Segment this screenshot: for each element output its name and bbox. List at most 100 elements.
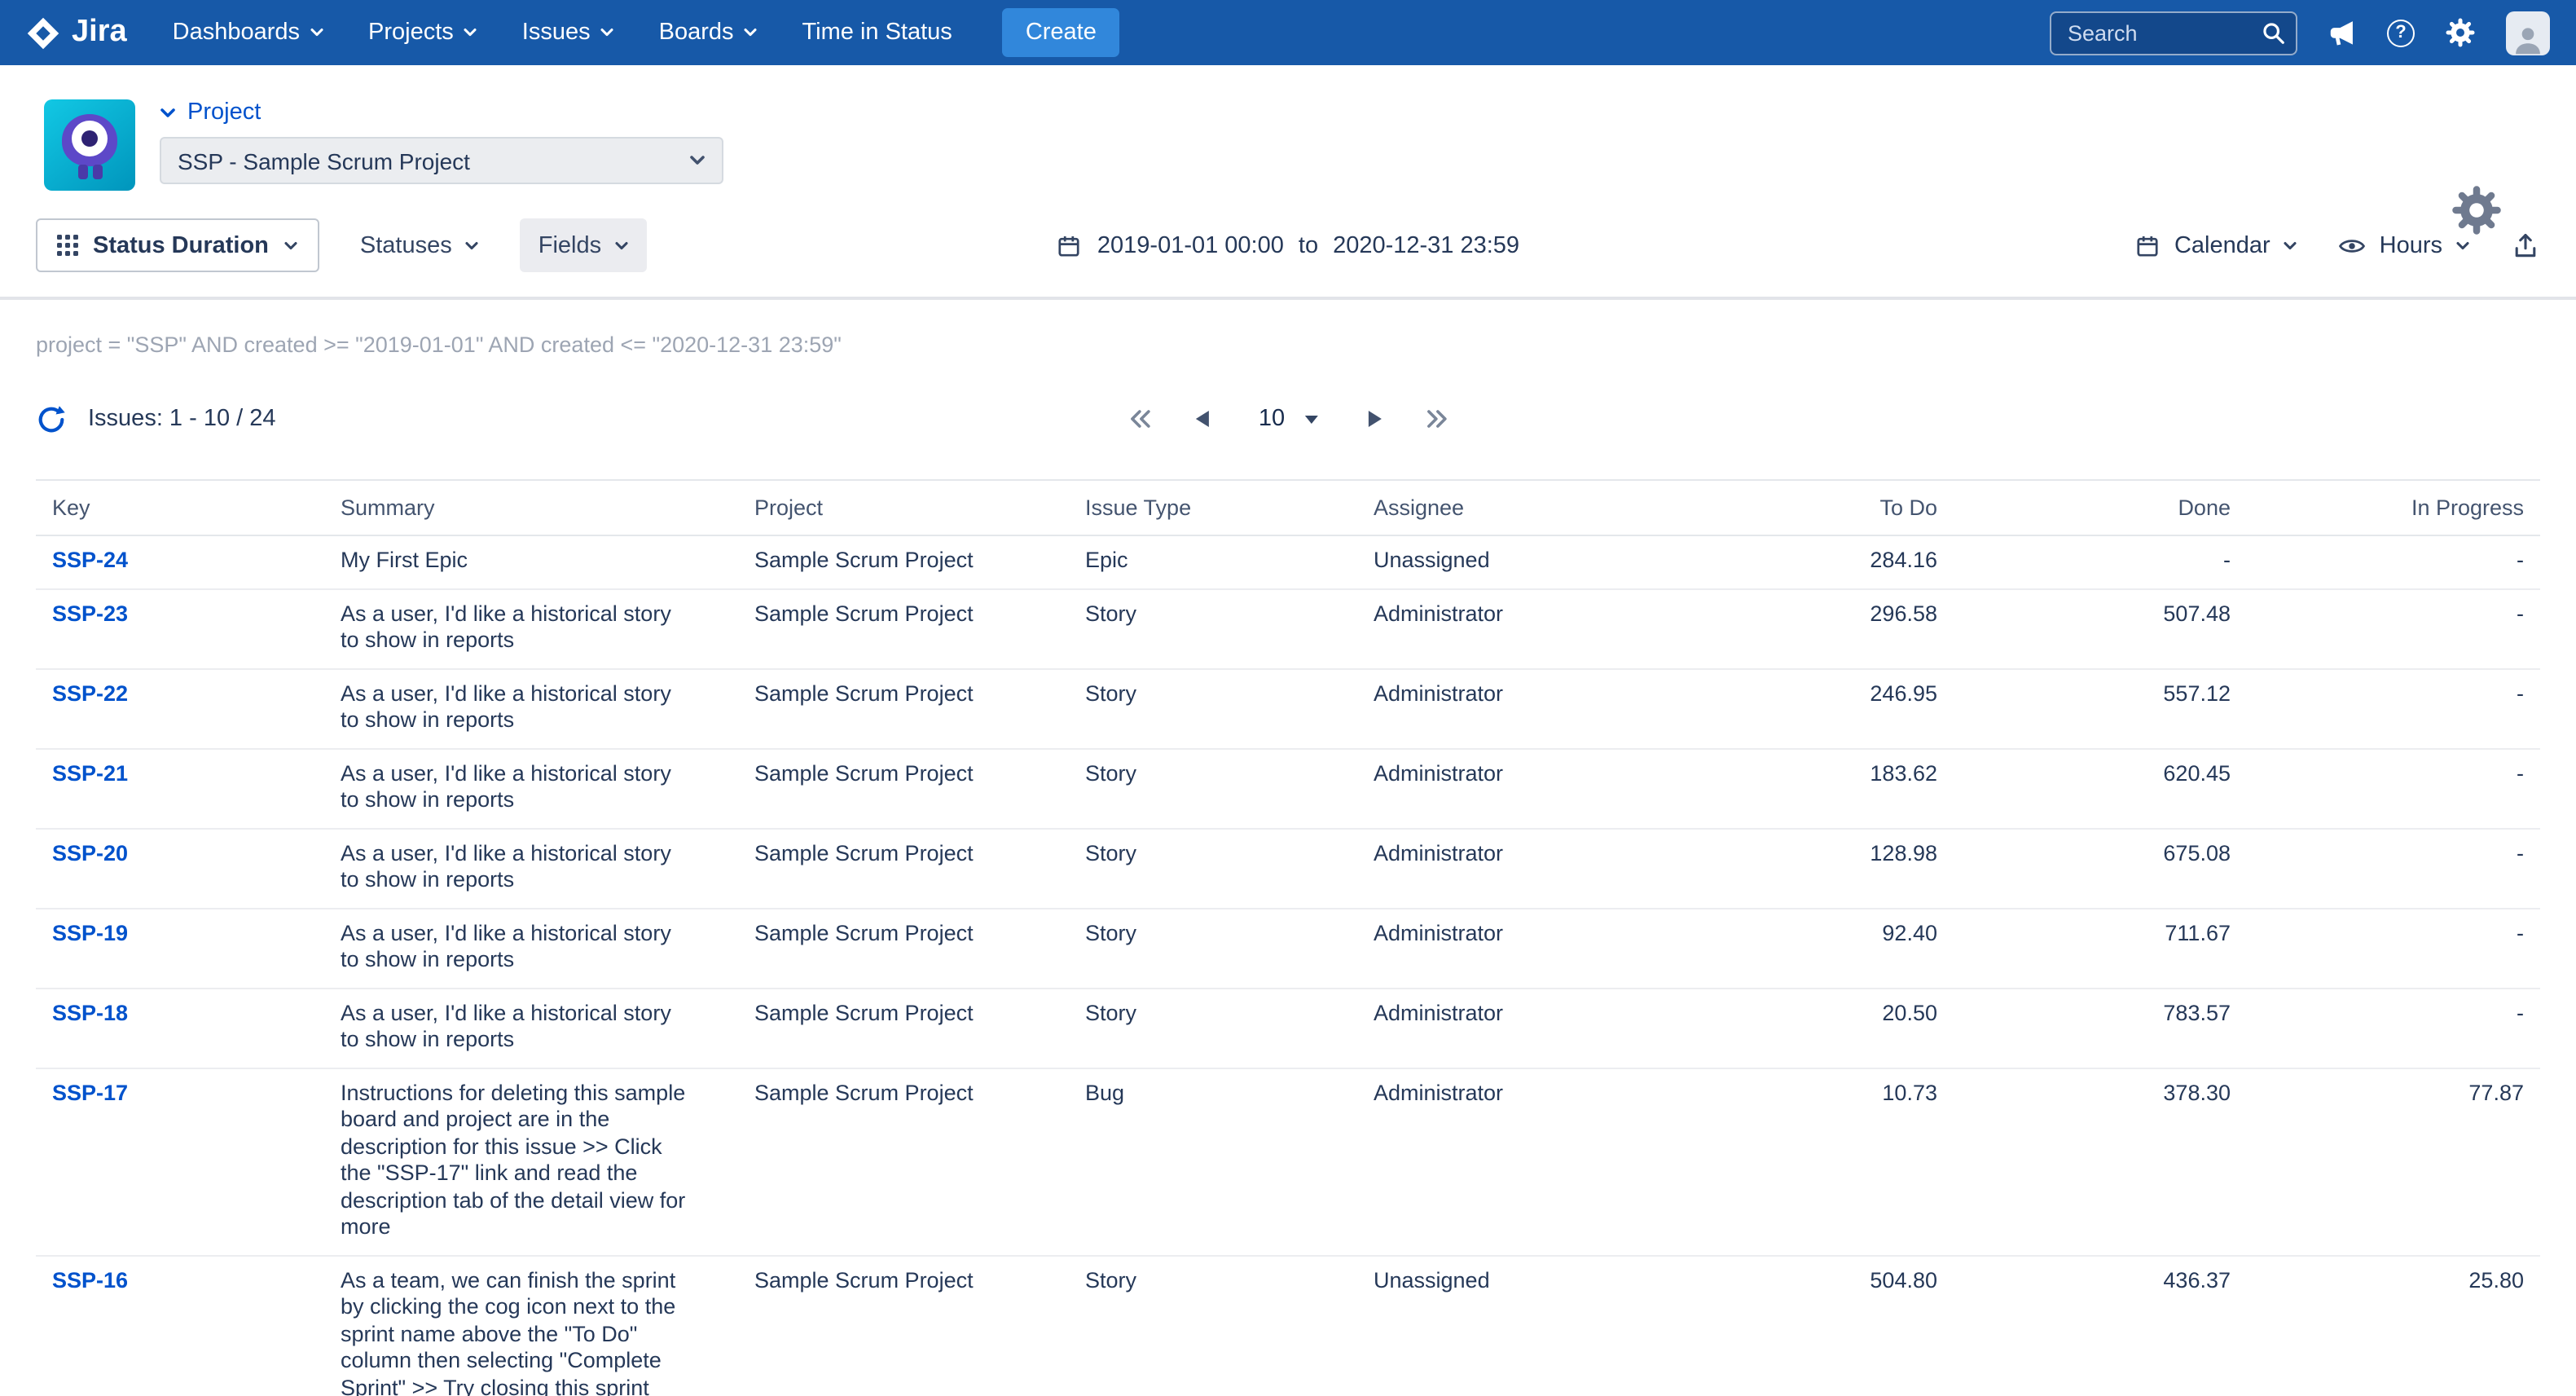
table-row: SSP-23As a user, I'd like a historical s… xyxy=(36,588,2540,668)
feedback-button[interactable] xyxy=(2327,17,2358,48)
column-header-key: Key xyxy=(36,480,324,535)
issue-summary: As a user, I'd like a historical story t… xyxy=(324,828,738,908)
issues-table-body: SSP-24My First EpicSample Scrum ProjectE… xyxy=(36,535,2540,1396)
chevron-down-icon xyxy=(465,240,480,250)
gear-icon xyxy=(2444,16,2477,49)
prev-page-button[interactable] xyxy=(1190,406,1213,432)
issue-key-link[interactable]: SSP-17 xyxy=(52,1080,128,1104)
issue-done: 675.08 xyxy=(1954,828,2247,908)
issue-to-do: 504.80 xyxy=(1660,1255,1954,1396)
issue-key-link[interactable]: SSP-22 xyxy=(52,680,128,705)
brand-name: Jira xyxy=(72,15,127,51)
issue-key-link[interactable]: SSP-16 xyxy=(52,1267,128,1292)
issue-done: 711.67 xyxy=(1954,908,2247,988)
refresh-button[interactable] xyxy=(36,403,67,434)
issue-in-progress: - xyxy=(2247,535,2540,588)
app-settings-button[interactable] xyxy=(2449,183,2504,243)
double-chevron-left-icon xyxy=(1128,409,1151,429)
issue-key-link[interactable]: SSP-23 xyxy=(52,601,128,625)
issue-key-link[interactable]: SSP-24 xyxy=(52,548,128,572)
issue-to-do: 20.50 xyxy=(1660,988,1954,1068)
nav-settings-button[interactable] xyxy=(2444,16,2477,49)
issue-assignee: Administrator xyxy=(1357,908,1660,988)
project-select[interactable]: SSP - Sample Scrum Project xyxy=(160,137,723,184)
eye-icon xyxy=(2339,234,2367,257)
issue-key-link[interactable]: SSP-18 xyxy=(52,1000,128,1024)
calendar-icon xyxy=(2135,232,2161,258)
fields-dropdown[interactable]: Fields xyxy=(521,218,647,272)
statuses-dropdown[interactable]: Statuses xyxy=(342,218,498,272)
chevron-down-icon xyxy=(310,28,324,37)
first-page-button[interactable] xyxy=(1125,406,1154,432)
issue-key-cell: SSP-19 xyxy=(36,908,324,988)
double-chevron-right-icon xyxy=(1425,409,1448,429)
issues-summary-row: Issues: 1 - 10 / 24 10 xyxy=(0,394,2576,443)
pagination: 10 xyxy=(1125,404,1451,434)
issue-type: Epic xyxy=(1069,535,1357,588)
project-section-toggle[interactable]: Project xyxy=(160,99,723,126)
calendar-dropdown[interactable]: Calendar xyxy=(2135,232,2298,258)
issue-key-cell: SSP-17 xyxy=(36,1068,324,1255)
nav-time-in-status[interactable]: Time in Status xyxy=(802,20,952,46)
issue-done: 378.30 xyxy=(1954,1068,2247,1255)
table-row: SSP-19 As a user, I'd like a historical s… xyxy=(36,908,2540,988)
issue-key-link[interactable]: SSP-19 xyxy=(52,920,128,945)
issue-done: 620.45 xyxy=(1954,748,2247,828)
table-row: SSP-21As a user, I'd like a historical s… xyxy=(36,748,2540,828)
jira-logo[interactable]: Jira xyxy=(26,15,127,51)
toolbar-left: Status Duration Statuses Fields xyxy=(36,218,1057,272)
issue-key-cell: SSP-24 xyxy=(36,535,324,588)
nav-issues[interactable]: Issues xyxy=(522,20,615,46)
last-page-button[interactable] xyxy=(1422,406,1451,432)
report-type-button[interactable]: Status Duration xyxy=(36,218,319,272)
issue-key-cell: SSP-21 xyxy=(36,748,324,828)
issue-done: 557.12 xyxy=(1954,668,2247,748)
hours-dropdown-label: Hours xyxy=(2380,232,2442,258)
project-header: Project SSP - Sample Scrum Project xyxy=(0,65,2576,191)
export-button[interactable] xyxy=(2511,231,2540,260)
issue-type: Story xyxy=(1069,988,1357,1068)
issue-project: Sample Scrum Project xyxy=(738,988,1069,1068)
nav-boards[interactable]: Boards xyxy=(659,20,758,46)
chevron-down-icon xyxy=(614,240,629,250)
date-to: 2020-12-31 23:59 xyxy=(1333,232,1519,258)
create-button[interactable]: Create xyxy=(1003,8,1119,57)
small-triangle-down-icon xyxy=(1304,415,1317,423)
grid-icon xyxy=(57,235,78,256)
nav-item-label: Time in Status xyxy=(802,20,952,46)
page-size-select[interactable]: 10 xyxy=(1249,404,1327,434)
issue-summary: Instructions for deleting this sample bo… xyxy=(324,1068,738,1255)
table-row: SSP-22As a user, I'd like a historical s… xyxy=(36,668,2540,748)
issue-key-link[interactable]: SSP-20 xyxy=(52,840,128,865)
help-button[interactable]: ? xyxy=(2387,19,2415,46)
user-avatar[interactable] xyxy=(2506,11,2550,55)
issue-summary: As a user, I'd like a historical story t… xyxy=(324,908,738,988)
chevron-down-icon xyxy=(160,107,176,118)
column-header-done: Done xyxy=(1954,480,2247,535)
nav-projects[interactable]: Projects xyxy=(368,20,478,46)
issue-done: 783.57 xyxy=(1954,988,2247,1068)
issue-done: - xyxy=(1954,535,2247,588)
column-header-issue-type: Issue Type xyxy=(1069,480,1357,535)
chevron-down-icon xyxy=(600,28,615,37)
date-range[interactable]: 2019-01-01 00:00 to 2020-12-31 23:59 xyxy=(1057,232,1519,258)
next-page-button[interactable] xyxy=(1363,406,1386,432)
search-input[interactable] xyxy=(2050,11,2297,55)
nav-dashboards[interactable]: Dashboards xyxy=(173,20,324,46)
issue-done: 436.37 xyxy=(1954,1255,2247,1396)
column-header-in-progress: In Progress xyxy=(2247,480,2540,535)
issue-project: Sample Scrum Project xyxy=(738,908,1069,988)
column-header-summary: Summary xyxy=(324,480,738,535)
table-row: SSP-20 As a user, I'd like a historical s… xyxy=(36,828,2540,908)
calendar-dropdown-label: Calendar xyxy=(2174,232,2270,258)
project-avatar xyxy=(44,99,135,191)
issues-count-label: Issues: 1 - 10 / 24 xyxy=(88,406,276,432)
issue-key-link[interactable]: SSP-21 xyxy=(52,760,128,785)
issue-type: Story xyxy=(1069,908,1357,988)
issue-in-progress: - xyxy=(2247,588,2540,668)
issue-in-progress: 77.87 xyxy=(2247,1068,2540,1255)
table-row: SSP-17 Instructions for deleting this sam… xyxy=(36,1068,2540,1255)
megaphone-icon xyxy=(2327,17,2358,48)
issue-assignee: Administrator xyxy=(1357,668,1660,748)
issue-assignee: Administrator xyxy=(1357,828,1660,908)
